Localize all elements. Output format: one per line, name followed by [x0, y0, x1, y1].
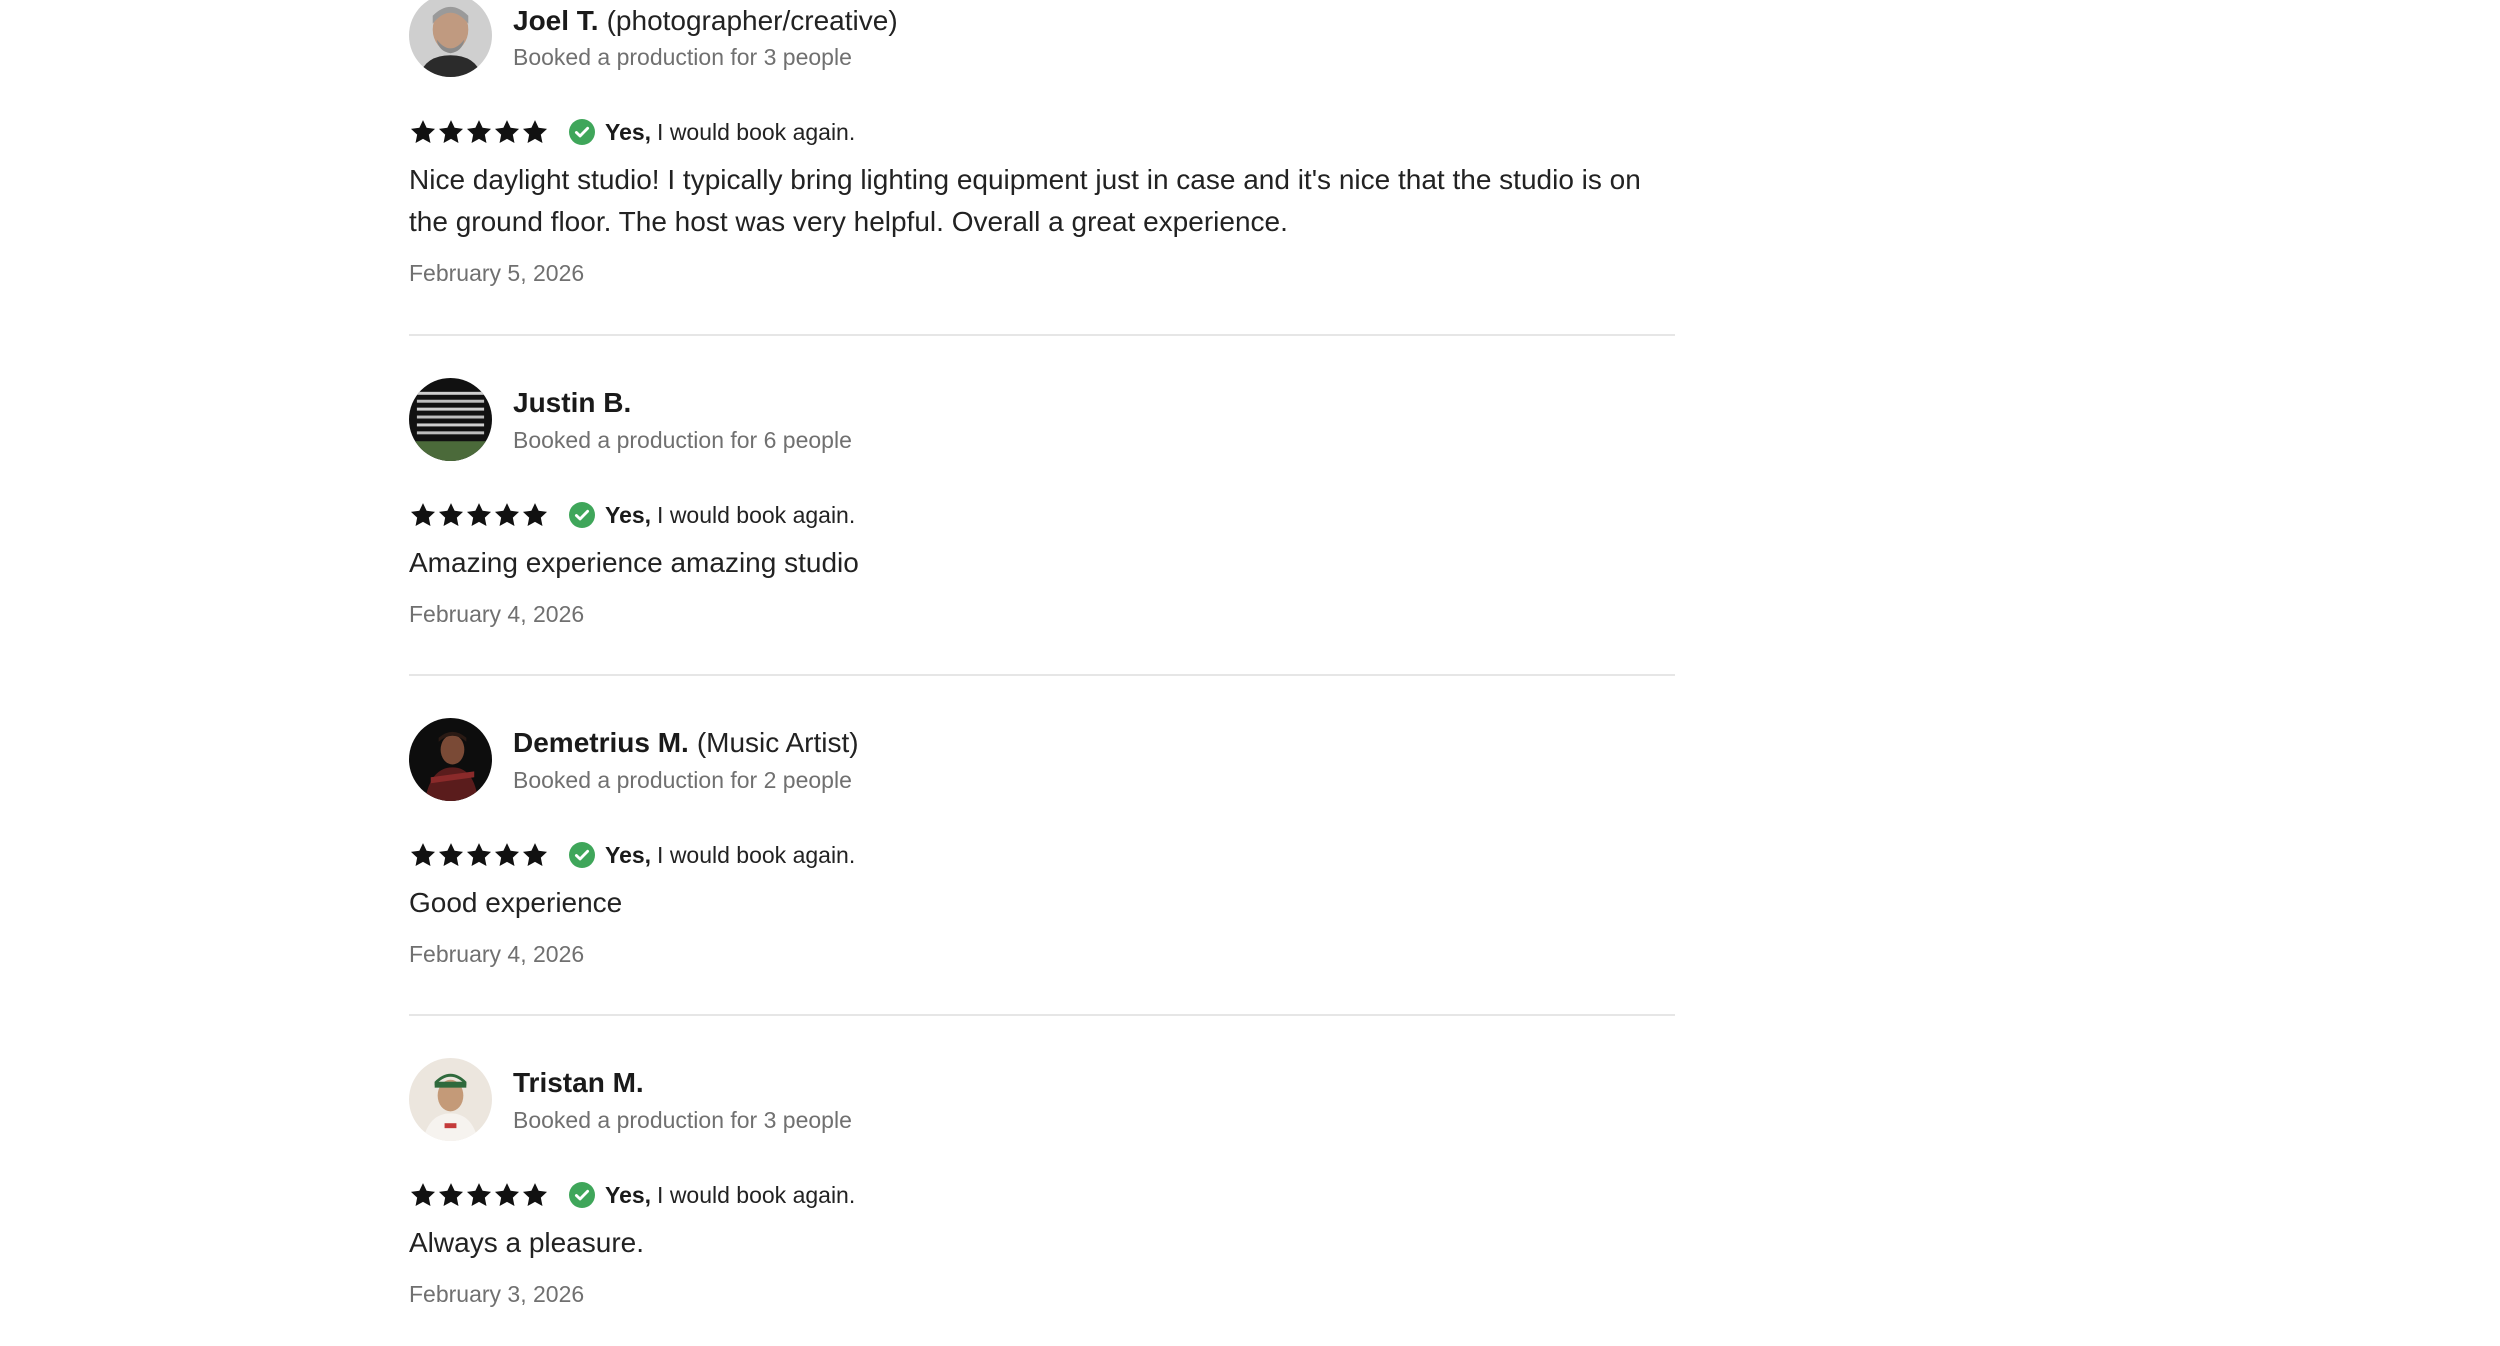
- reviewer-role: (Music Artist): [696, 727, 859, 758]
- book-again-text: I would book again.: [657, 841, 856, 868]
- star-icon: [521, 118, 549, 146]
- star-icon: [521, 1181, 549, 1209]
- reviews-list: Joel T. (photographer/creative) Booked a …: [409, 0, 1675, 1346]
- reviewer-name-line: Demetrius M. (Music Artist): [513, 726, 859, 760]
- review-text: Good experience: [409, 887, 623, 918]
- rating-line: Yes, I would book again.: [409, 500, 855, 530]
- review-item: Joel T. (photographer/creative) Booked a …: [409, 0, 1675, 336]
- book-again-text: I would book again.: [657, 501, 856, 528]
- reviewer-name[interactable]: Joel T.: [513, 5, 599, 36]
- reviewer-avatar[interactable]: [409, 0, 492, 77]
- star-icon: [493, 118, 521, 146]
- star-icon: [409, 1181, 437, 1209]
- check-circle-icon: [569, 502, 595, 528]
- reviewer-role: (photographer/creative): [606, 5, 898, 36]
- star-rating: [409, 118, 549, 146]
- star-icon: [521, 841, 549, 869]
- check-circle-icon: [569, 1182, 595, 1208]
- review-date: February 4, 2026: [409, 941, 585, 967]
- rating-line: Yes, I would book again.: [409, 117, 855, 147]
- check-circle-icon: [569, 119, 595, 145]
- reviewer-name[interactable]: Justin B.: [513, 387, 631, 418]
- star-rating: [409, 841, 549, 869]
- check-circle-icon: [569, 842, 595, 868]
- reviewer-avatar[interactable]: [409, 718, 492, 801]
- book-again-yes: Yes,: [605, 1181, 652, 1208]
- star-icon: [437, 841, 465, 869]
- booking-info: Booked a production for 3 people: [513, 44, 852, 70]
- star-icon: [409, 841, 437, 869]
- book-again-yes: Yes,: [605, 118, 652, 145]
- book-again-text: I would book again.: [657, 1181, 856, 1208]
- rating-line: Yes, I would book again.: [409, 840, 855, 870]
- review-date: February 5, 2026: [409, 260, 585, 286]
- star-icon: [409, 501, 437, 529]
- star-icon: [437, 501, 465, 529]
- review-date: February 3, 2026: [409, 1281, 585, 1307]
- rating-line: Yes, I would book again.: [409, 1180, 855, 1210]
- star-icon: [465, 1181, 493, 1209]
- review-item: Justin B. Booked a production for 6 peop…: [409, 336, 1675, 676]
- book-again-yes: Yes,: [605, 841, 652, 868]
- review-item: Demetrius M. (Music Artist) Booked a prod…: [409, 676, 1675, 1016]
- review-text: Amazing experience amazing studio: [409, 547, 859, 578]
- star-icon: [465, 841, 493, 869]
- star-rating: [409, 1181, 549, 1209]
- review-text: Nice daylight studio! I typically bring …: [409, 164, 1641, 237]
- star-icon: [465, 118, 493, 146]
- reviewer-name-line: Tristan M.: [513, 1066, 644, 1100]
- booking-info: Booked a production for 6 people: [513, 427, 852, 453]
- reviewer-name-line: Justin B.: [513, 386, 631, 420]
- star-icon: [437, 118, 465, 146]
- star-icon: [521, 501, 549, 529]
- book-again-yes: Yes,: [605, 501, 652, 528]
- star-icon: [493, 501, 521, 529]
- star-icon: [465, 501, 493, 529]
- review-date: February 4, 2026: [409, 601, 585, 627]
- review-item: Tristan M. Booked a production for 3 peo…: [409, 1016, 1675, 1346]
- booking-info: Booked a production for 3 people: [513, 1107, 852, 1133]
- star-icon: [437, 1181, 465, 1209]
- star-icon: [409, 118, 437, 146]
- review-text: Always a pleasure.: [409, 1227, 645, 1258]
- star-icon: [493, 841, 521, 869]
- star-icon: [493, 1181, 521, 1209]
- reviewer-avatar[interactable]: [409, 378, 492, 461]
- reviewer-name-line: Joel T. (photographer/creative): [513, 4, 898, 38]
- star-rating: [409, 501, 549, 529]
- reviewer-avatar[interactable]: [409, 1058, 492, 1141]
- reviewer-name[interactable]: Demetrius M.: [513, 727, 689, 758]
- reviewer-name[interactable]: Tristan M.: [513, 1067, 644, 1098]
- book-again-text: I would book again.: [657, 118, 856, 145]
- booking-info: Booked a production for 2 people: [513, 767, 852, 793]
